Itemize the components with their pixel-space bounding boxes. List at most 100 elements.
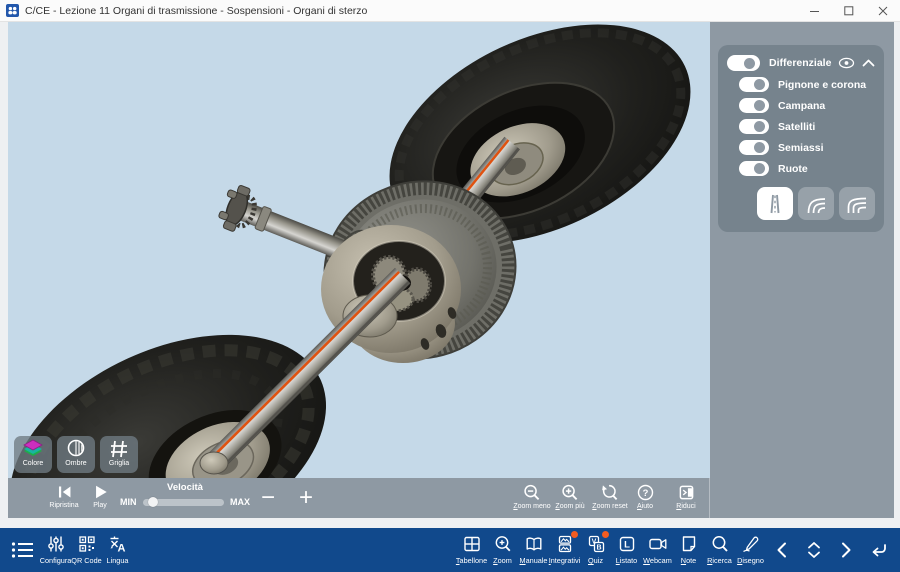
layers-color-icon	[22, 439, 44, 459]
lingua-a-glyph: A	[117, 543, 125, 555]
zoom-tool-button[interactable]: Zoom	[487, 528, 518, 572]
configura-button[interactable]: Configura	[40, 528, 71, 572]
road-double-curve-button[interactable]	[839, 187, 875, 220]
ruote-toggle[interactable]	[739, 161, 769, 176]
griglia-button[interactable]: Griglia	[100, 436, 138, 473]
tabellone-button[interactable]: Tabellone	[456, 528, 487, 572]
menu-list-icon	[11, 541, 35, 559]
lingua-label: Lingua	[107, 556, 129, 565]
board-grid-icon	[462, 534, 482, 554]
differential-panel: Differenziale Pignone e corona Campana	[718, 45, 884, 232]
road-curve-button[interactable]	[798, 187, 834, 220]
search-icon	[710, 534, 730, 554]
speed-minus-button[interactable]: −	[250, 478, 286, 518]
integrativi-button[interactable]: Integrativi	[549, 528, 580, 572]
differenziale-label: Differenziale	[769, 57, 831, 69]
visibility-eye-icon[interactable]	[838, 57, 855, 69]
zoom-out-button[interactable]: Zoom meno	[512, 484, 552, 510]
disegno-button[interactable]: Disegno	[735, 528, 766, 572]
aiuto-button[interactable]: ? Aiuto	[626, 484, 664, 510]
zoom-in-button[interactable]: Zoom più	[550, 484, 590, 510]
toggle-row-ruote: Ruote	[739, 161, 875, 176]
velocity-min-label: MIN	[120, 497, 137, 507]
riduci-button[interactable]: Riduci	[666, 484, 706, 510]
3d-model-differential-scene	[8, 22, 710, 478]
curved-road-icon	[805, 193, 827, 215]
return-arrow-icon	[868, 541, 888, 559]
satelliti-toggle[interactable]	[739, 119, 769, 134]
configura-label: Configura	[40, 556, 72, 565]
app-window: C/CE - Lezione 11 Organi di trasmissione…	[0, 0, 900, 572]
zoom-out-icon	[523, 484, 541, 501]
note-page-icon	[679, 534, 699, 554]
lingua-button[interactable]: A Lingua	[102, 528, 133, 572]
ombre-label: Ombre	[65, 460, 86, 467]
maximize-button[interactable]	[832, 0, 866, 22]
grid-icon	[108, 439, 130, 459]
road-straight-button[interactable]	[757, 187, 793, 220]
panel-header-row: Differenziale	[727, 55, 875, 71]
velocity-max-label: MAX	[230, 497, 250, 507]
semiassi-toggle[interactable]	[739, 140, 769, 155]
app-logo-icon	[6, 4, 19, 17]
zoom-out-label: Zoom meno	[513, 503, 550, 510]
quiz-b-glyph: B	[596, 544, 601, 551]
3d-viewport[interactable]: Colore Ombre Griglia	[8, 22, 710, 478]
tabellone-label: Tabellone	[456, 556, 487, 565]
griglia-label: Griglia	[109, 460, 129, 467]
nav-next-button[interactable]	[830, 528, 862, 572]
velocity-slider[interactable]	[143, 499, 225, 506]
play-button[interactable]: Play	[78, 484, 122, 509]
collapse-chevron-up-icon[interactable]	[862, 58, 875, 68]
nav-previous-button[interactable]	[766, 528, 798, 572]
colore-label: Colore	[23, 460, 44, 467]
speed-plus-button[interactable]: +	[288, 478, 324, 518]
integrativi-notification-badge	[571, 531, 578, 538]
ricerca-button[interactable]: Ricerca	[704, 528, 735, 572]
zoom-tool-label: Zoom	[493, 556, 512, 565]
ripristina-label: Ripristina	[49, 502, 78, 509]
quiz-notification-badge	[602, 531, 609, 538]
webcam-button[interactable]: Webcam	[642, 528, 673, 572]
disegno-label: Disegno	[737, 556, 764, 565]
main-menu-button[interactable]	[6, 528, 40, 572]
listato-button[interactable]: L Listato	[611, 528, 642, 572]
help-icon: ?	[637, 484, 654, 501]
quiz-button[interactable]: V B Quiz	[580, 528, 611, 572]
campana-toggle[interactable]	[739, 98, 769, 113]
velocity-slider-knob[interactable]	[148, 497, 158, 507]
toggle-row-campana: Campana	[739, 98, 875, 113]
differenziale-toggle[interactable]	[727, 55, 760, 71]
video-camera-icon	[648, 534, 668, 554]
colore-button[interactable]: Colore	[14, 436, 52, 473]
pignone-toggle[interactable]	[739, 77, 769, 92]
double-curve-road-icon	[846, 193, 868, 215]
pen-draw-icon	[741, 534, 761, 554]
skip-start-icon	[56, 484, 73, 500]
qr-code-label: QR Code	[71, 556, 101, 565]
minimize-button[interactable]	[798, 0, 832, 22]
play-icon	[93, 484, 108, 500]
manuale-button[interactable]: Manuale	[518, 528, 549, 572]
listing-l-icon: L	[617, 534, 637, 554]
nav-expand-button[interactable]	[798, 528, 830, 572]
close-button[interactable]	[866, 0, 900, 22]
ombre-button[interactable]: Ombre	[57, 436, 95, 473]
riduci-label: Riduci	[676, 503, 695, 510]
toggle-row-pignone: Pignone e corona	[739, 77, 875, 92]
expand-vertical-icon	[805, 540, 823, 560]
note-button[interactable]: Note	[673, 528, 704, 572]
straight-road-icon	[765, 193, 785, 215]
zoom-reset-label: Zoom reset	[592, 503, 627, 510]
satelliti-label: Satelliti	[778, 121, 815, 133]
titlebar: C/CE - Lezione 11 Organi di trasmissione…	[0, 0, 900, 22]
hub-cap	[200, 452, 228, 474]
nav-return-button[interactable]	[862, 528, 894, 572]
open-book-icon	[524, 534, 544, 554]
listato-l-glyph: L	[624, 540, 630, 551]
qr-code-button[interactable]: QR Code	[71, 528, 102, 572]
viewport-toolbar: Colore Ombre Griglia	[14, 436, 138, 473]
road-mode-buttons	[757, 187, 875, 220]
sliders-icon	[46, 534, 66, 554]
zoom-in-icon	[561, 484, 579, 501]
